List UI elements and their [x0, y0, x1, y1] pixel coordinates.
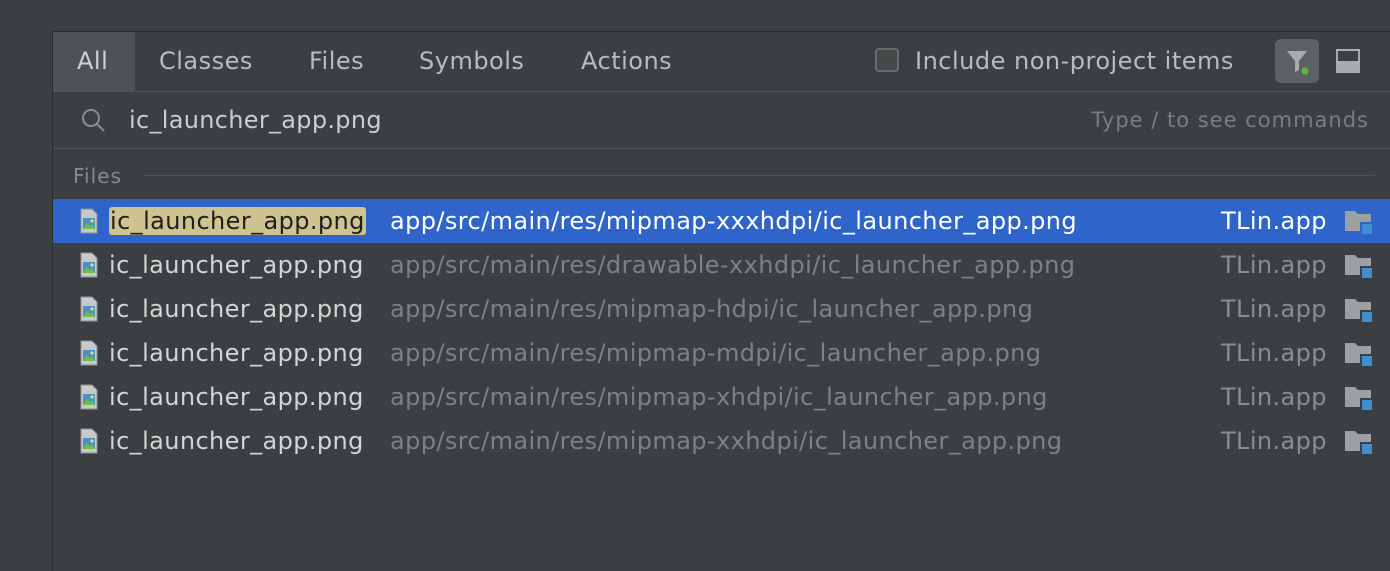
result-file-path: app/src/main/res/mipmap-xhdpi/ic_launche…	[390, 383, 1048, 411]
result-module-name: TLin.app	[1221, 427, 1327, 455]
tab-actions[interactable]: Actions	[557, 32, 696, 91]
search-everywhere-popup: All Classes Files Symbols Actions Includ…	[52, 31, 1390, 571]
include-non-project-checkbox[interactable]	[875, 48, 899, 72]
module-folder-icon	[1345, 255, 1374, 280]
result-row[interactable]: ic_launcher_app.png app/src/main/res/draw…	[53, 243, 1390, 287]
result-file-path: app/src/main/res/mipmap-mdpi/ic_launcher…	[390, 339, 1042, 367]
filter-button[interactable]	[1275, 39, 1319, 83]
results-list: ic_launcher_app.png app/src/main/res/mipm…	[53, 199, 1390, 463]
tab-bar: All Classes Files Symbols Actions Includ…	[53, 32, 1390, 92]
result-row[interactable]: ic_launcher_app.png app/src/main/res/mipm…	[53, 419, 1390, 463]
module-folder-icon	[1345, 299, 1374, 324]
search-bar: Type / to see commands	[53, 92, 1390, 149]
result-module-name: TLin.app	[1221, 383, 1327, 411]
result-file-name: ic_launcher_app.png	[109, 375, 364, 419]
tab-symbols[interactable]: Symbols	[395, 32, 548, 91]
result-module-name: TLin.app	[1221, 295, 1327, 323]
result-file-name: ic_launcher_app.png	[109, 199, 366, 243]
result-row[interactable]: ic_launcher_app.png app/src/main/res/mipm…	[53, 375, 1390, 419]
result-file-name: ic_launcher_app.png	[109, 419, 364, 463]
search-input[interactable]	[129, 100, 929, 140]
result-file-path: app/src/main/res/drawable-xxhdpi/ic_laun…	[390, 251, 1076, 279]
result-file-name: ic_launcher_app.png	[109, 243, 364, 287]
result-row[interactable]: ic_launcher_app.png app/src/main/res/mipm…	[53, 331, 1390, 375]
match-highlight: ic_launcher_app.png	[109, 207, 366, 235]
result-file-path: app/src/main/res/mipmap-xxhdpi/ic_launch…	[390, 427, 1063, 455]
result-file-name: ic_launcher_app.png	[109, 331, 364, 375]
image-file-icon	[80, 296, 98, 322]
result-file-path: app/src/main/res/mipmap-hdpi/ic_launcher…	[390, 295, 1034, 323]
filter-icon	[1287, 51, 1309, 75]
image-file-icon	[80, 208, 98, 234]
preview-panel-icon	[1336, 49, 1360, 73]
image-file-icon	[80, 252, 98, 278]
group-header-files: Files	[73, 164, 122, 188]
module-folder-icon	[1345, 387, 1374, 412]
group-divider	[143, 175, 1375, 176]
search-hint: Type / to see commands	[1091, 108, 1369, 132]
result-module-name: TLin.app	[1221, 339, 1327, 367]
result-row[interactable]: ic_launcher_app.png app/src/main/res/mipm…	[53, 287, 1390, 331]
result-file-name: ic_launcher_app.png	[109, 287, 364, 331]
result-module-name: TLin.app	[1221, 207, 1327, 235]
result-file-path: app/src/main/res/mipmap-xxxhdpi/ic_launc…	[390, 207, 1078, 235]
tab-files[interactable]: Files	[285, 32, 388, 91]
file-name-text: ic_launcher_app.png	[109, 295, 364, 323]
file-name-text: ic_launcher_app.png	[109, 383, 364, 411]
module-folder-icon	[1345, 343, 1374, 368]
module-folder-icon	[1345, 211, 1374, 236]
search-icon	[82, 109, 105, 132]
image-file-icon	[80, 428, 98, 454]
tab-all[interactable]: All	[53, 32, 135, 91]
file-name-text: ic_launcher_app.png	[109, 339, 364, 367]
result-module-name: TLin.app	[1221, 251, 1327, 279]
image-file-icon	[80, 384, 98, 410]
tab-classes[interactable]: Classes	[135, 32, 277, 91]
file-name-text: ic_launcher_app.png	[109, 427, 364, 455]
file-name-text: ic_launcher_app.png	[109, 251, 364, 279]
preview-panel-button[interactable]	[1333, 46, 1363, 76]
image-file-icon	[80, 340, 98, 366]
include-non-project-label[interactable]: Include non-project items	[915, 32, 1234, 91]
result-row[interactable]: ic_launcher_app.png app/src/main/res/mipm…	[53, 199, 1390, 243]
module-folder-icon	[1345, 431, 1374, 456]
